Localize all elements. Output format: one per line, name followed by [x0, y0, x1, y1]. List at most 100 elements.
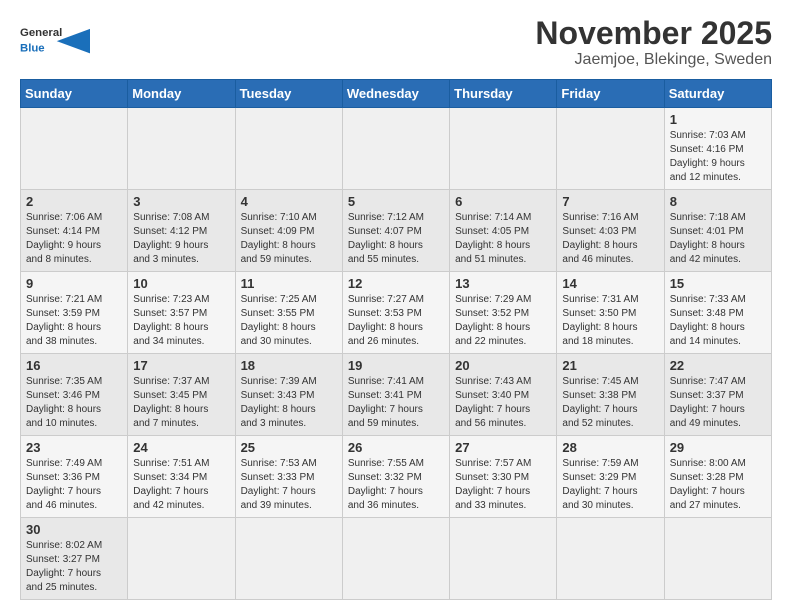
day-info: Sunrise: 7:43 AM Sunset: 3:40 PM Dayligh…: [455, 376, 531, 429]
day-info: Sunrise: 7:31 AM Sunset: 3:50 PM Dayligh…: [562, 294, 638, 347]
day-number: 3: [133, 194, 229, 209]
day-number: 12: [348, 276, 444, 291]
day-info: Sunrise: 7:12 AM Sunset: 4:07 PM Dayligh…: [348, 212, 424, 265]
location-subtitle: Jaemjoe, Blekinge, Sweden: [535, 51, 772, 69]
day-info: Sunrise: 7:14 AM Sunset: 4:05 PM Dayligh…: [455, 212, 531, 265]
week-row-3: 16 Sunrise: 7:35 AM Sunset: 3:46 PM Dayli…: [21, 354, 772, 436]
calendar-cell: 1Sunrise: 7:03 AM Sunset: 4:16 PM Daylig…: [664, 108, 771, 190]
day-info: Sunrise: 7:51 AM Sunset: 3:34 PM Dayligh…: [133, 458, 209, 511]
day-info: Sunrise: 7:33 AM Sunset: 3:48 PM Dayligh…: [670, 294, 746, 347]
day-number: 18: [241, 358, 337, 373]
day-number: 10: [133, 276, 229, 291]
day-number: 16: [26, 358, 122, 373]
calendar-cell: 18 Sunrise: 7:39 AM Sunset: 3:43 PM Dayli…: [235, 354, 342, 436]
day-info: Sunrise: 8:02 AM Sunset: 3:27 PM Dayligh…: [26, 540, 102, 593]
calendar-cell: 5 Sunrise: 7:12 AM Sunset: 4:07 PM Daylig…: [342, 190, 449, 272]
weekday-friday: Friday: [557, 80, 664, 108]
day-info: Sunrise: 7:25 AM Sunset: 3:55 PM Dayligh…: [241, 294, 317, 347]
day-number: 11: [241, 276, 337, 291]
calendar-cell: 25 Sunrise: 7:53 AM Sunset: 3:33 PM Dayli…: [235, 436, 342, 518]
calendar: SundayMondayTuesdayWednesdayThursdayFrid…: [20, 79, 772, 600]
day-number: 5: [348, 194, 444, 209]
day-info: Sunrise: 7:27 AM Sunset: 3:53 PM Dayligh…: [348, 294, 424, 347]
logo-svg: General Blue: [20, 16, 90, 61]
calendar-cell: [21, 108, 128, 190]
day-info: Sunrise: 7:57 AM Sunset: 3:30 PM Dayligh…: [455, 458, 531, 511]
week-row-4: 23 Sunrise: 7:49 AM Sunset: 3:36 PM Dayli…: [21, 436, 772, 518]
calendar-cell: 23 Sunrise: 7:49 AM Sunset: 3:36 PM Dayli…: [21, 436, 128, 518]
calendar-cell: [128, 108, 235, 190]
calendar-cell: 24 Sunrise: 7:51 AM Sunset: 3:34 PM Dayli…: [128, 436, 235, 518]
weekday-thursday: Thursday: [450, 80, 557, 108]
calendar-cell: 10 Sunrise: 7:23 AM Sunset: 3:57 PM Dayli…: [128, 272, 235, 354]
day-number: 14: [562, 276, 658, 291]
day-info: Sunrise: 7:39 AM Sunset: 3:43 PM Dayligh…: [241, 376, 317, 429]
day-number: 24: [133, 440, 229, 455]
calendar-cell: 22Sunrise: 7:47 AM Sunset: 3:37 PM Dayli…: [664, 354, 771, 436]
weekday-wednesday: Wednesday: [342, 80, 449, 108]
weekday-monday: Monday: [128, 80, 235, 108]
calendar-cell: 7Sunrise: 7:16 AM Sunset: 4:03 PM Daylig…: [557, 190, 664, 272]
day-info: Sunrise: 7:21 AM Sunset: 3:59 PM Dayligh…: [26, 294, 102, 347]
calendar-cell: [342, 108, 449, 190]
day-number: 6: [455, 194, 551, 209]
calendar-cell: 9Sunrise: 7:21 AM Sunset: 3:59 PM Daylig…: [21, 272, 128, 354]
day-info: Sunrise: 7:37 AM Sunset: 3:45 PM Dayligh…: [133, 376, 209, 429]
calendar-cell: [235, 108, 342, 190]
weekday-saturday: Saturday: [664, 80, 771, 108]
calendar-cell: [557, 518, 664, 600]
logo: General Blue: [20, 16, 90, 61]
calendar-cell: 14 Sunrise: 7:31 AM Sunset: 3:50 PM Dayli…: [557, 272, 664, 354]
calendar-cell: 3 Sunrise: 7:08 AM Sunset: 4:12 PM Daylig…: [128, 190, 235, 272]
calendar-cell: 27Sunrise: 7:57 AM Sunset: 3:30 PM Dayli…: [450, 436, 557, 518]
day-info: Sunrise: 7:55 AM Sunset: 3:32 PM Dayligh…: [348, 458, 424, 511]
day-number: 25: [241, 440, 337, 455]
calendar-cell: 13Sunrise: 7:29 AM Sunset: 3:52 PM Dayli…: [450, 272, 557, 354]
calendar-cell: 17 Sunrise: 7:37 AM Sunset: 3:45 PM Dayli…: [128, 354, 235, 436]
day-number: 4: [241, 194, 337, 209]
day-info: Sunrise: 7:35 AM Sunset: 3:46 PM Dayligh…: [26, 376, 102, 429]
day-number: 15: [670, 276, 766, 291]
svg-text:General: General: [20, 27, 62, 39]
calendar-header: SundayMondayTuesdayWednesdayThursdayFrid…: [21, 80, 772, 108]
day-info: Sunrise: 7:59 AM Sunset: 3:29 PM Dayligh…: [562, 458, 638, 511]
weekday-sunday: Sunday: [21, 80, 128, 108]
calendar-cell: 19Sunrise: 7:41 AM Sunset: 3:41 PM Dayli…: [342, 354, 449, 436]
header: General Blue November 2025 Jaemjoe, Blek…: [20, 16, 772, 69]
day-number: 22: [670, 358, 766, 373]
day-number: 20: [455, 358, 551, 373]
day-number: 23: [26, 440, 122, 455]
calendar-cell: 21Sunrise: 7:45 AM Sunset: 3:38 PM Dayli…: [557, 354, 664, 436]
day-number: 13: [455, 276, 551, 291]
day-info: Sunrise: 8:00 AM Sunset: 3:28 PM Dayligh…: [670, 458, 746, 511]
day-number: 1: [670, 112, 766, 127]
day-info: Sunrise: 7:10 AM Sunset: 4:09 PM Dayligh…: [241, 212, 317, 265]
day-number: 7: [562, 194, 658, 209]
day-info: Sunrise: 7:49 AM Sunset: 3:36 PM Dayligh…: [26, 458, 102, 511]
calendar-cell: [235, 518, 342, 600]
day-info: Sunrise: 7:53 AM Sunset: 3:33 PM Dayligh…: [241, 458, 317, 511]
week-row-0: 1Sunrise: 7:03 AM Sunset: 4:16 PM Daylig…: [21, 108, 772, 190]
day-number: 30: [26, 522, 122, 537]
calendar-cell: 20 Sunrise: 7:43 AM Sunset: 3:40 PM Dayli…: [450, 354, 557, 436]
calendar-cell: [664, 518, 771, 600]
day-info: Sunrise: 7:23 AM Sunset: 3:57 PM Dayligh…: [133, 294, 209, 347]
week-row-2: 9Sunrise: 7:21 AM Sunset: 3:59 PM Daylig…: [21, 272, 772, 354]
calendar-cell: [450, 108, 557, 190]
day-number: 2: [26, 194, 122, 209]
svg-text:Blue: Blue: [20, 43, 45, 55]
day-number: 17: [133, 358, 229, 373]
day-number: 26: [348, 440, 444, 455]
title-block: November 2025 Jaemjoe, Blekinge, Sweden: [535, 16, 772, 69]
calendar-cell: 29Sunrise: 8:00 AM Sunset: 3:28 PM Dayli…: [664, 436, 771, 518]
day-info: Sunrise: 7:06 AM Sunset: 4:14 PM Dayligh…: [26, 212, 102, 265]
calendar-cell: [557, 108, 664, 190]
week-row-5: 30 Sunrise: 8:02 AM Sunset: 3:27 PM Dayli…: [21, 518, 772, 600]
day-info: Sunrise: 7:08 AM Sunset: 4:12 PM Dayligh…: [133, 212, 209, 265]
calendar-cell: 16 Sunrise: 7:35 AM Sunset: 3:46 PM Dayli…: [21, 354, 128, 436]
calendar-cell: 2 Sunrise: 7:06 AM Sunset: 4:14 PM Daylig…: [21, 190, 128, 272]
day-info: Sunrise: 7:18 AM Sunset: 4:01 PM Dayligh…: [670, 212, 746, 265]
calendar-cell: [450, 518, 557, 600]
weekday-tuesday: Tuesday: [235, 80, 342, 108]
calendar-body: 1Sunrise: 7:03 AM Sunset: 4:16 PM Daylig…: [21, 108, 772, 600]
